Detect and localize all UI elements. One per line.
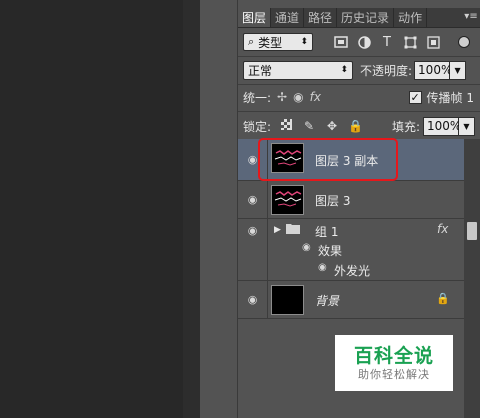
unify-style-icon[interactable]: fx [310,90,321,104]
panel-dock-gutter [200,0,238,418]
opacity-input[interactable]: 100% [414,60,452,80]
layer-name[interactable]: 组 1 [315,223,338,240]
divider [238,84,480,85]
divider [238,56,480,57]
filter-type-select[interactable]: ⌕ 类型 ⬍ [243,33,313,51]
shape-filter-icon[interactable] [402,34,418,50]
layer-row-layer3[interactable]: ◉ 图层 3 [238,181,464,219]
panel-tabbar: 图层 通道 路径 历史记录 动作 ▾≡ [238,8,480,28]
select-arrows-icon: ⬍ [300,37,308,47]
blend-row: 正常 ⬍ 不透明度: 100% ▼ [238,58,480,82]
tab-paths[interactable]: 路径 [304,8,338,27]
tab-actions[interactable]: 动作 [394,8,428,27]
watermark-tagline: 助你轻松解决 [358,367,430,381]
layer-thumbnail [271,143,304,173]
watermark-logo: 百科全说 [353,344,434,367]
visibility-eye-icon[interactable]: ◉ [238,219,268,280]
unify-position-icon[interactable]: ✢ [277,90,287,104]
fill-label: 填充: [391,119,420,134]
lock-position-icon[interactable]: ✥ [325,119,339,133]
smart-object-filter-icon[interactable] [425,34,441,50]
fill-dropdown-button[interactable]: ▼ [459,116,475,136]
unify-row: 统一: ✢ ◉ fx ✓ 传播帧 1 [238,86,480,108]
layer-filter-row: ⌕ 类型 ⬍ T [238,29,480,55]
opacity-dropdown-button[interactable]: ▼ [450,60,467,80]
filter-toggle-switch[interactable] [458,36,470,48]
visibility-eye-icon[interactable]: ◉ [238,139,268,180]
tab-channels[interactable]: 通道 [271,8,305,27]
layer-row-layer3-copy[interactable]: ◉ 图层 3 副本 [238,139,464,181]
watermark: 百科全说 助你轻松解决 [335,335,453,391]
fx-icon[interactable]: fx [437,222,448,236]
effect-outer-glow-label[interactable]: 外发光 [334,262,370,279]
fill-input[interactable]: 100% [423,116,461,136]
lock-all-icon[interactable]: 🔒 [348,119,363,133]
scrollbar-thumb[interactable] [467,222,477,240]
canvas-scroll-strip [183,0,200,418]
image-filter-icon[interactable] [333,34,349,50]
layer-thumbnail [271,285,304,315]
type-filter-icon[interactable]: T [379,34,395,50]
unify-label: 统一: [243,90,272,105]
adjustment-filter-icon[interactable] [356,34,372,50]
opacity-label: 不透明度: [360,63,413,78]
effects-visibility-eye-icon[interactable]: ◉ [302,242,311,253]
layer-name[interactable]: 背景 [315,292,339,309]
layer-row-group1[interactable]: ◉ ▶ 组 1 fx ◉ 效果 ◉ 外发光 [238,219,464,281]
lock-image-pixels-icon[interactable]: ✎ [302,119,316,133]
layer-thumbnail [271,185,304,215]
select-arrows-icon: ⬍ [340,65,348,75]
tab-layers[interactable]: 图层 [238,8,272,27]
lock-label: 锁定: [243,119,272,134]
lock-row: 锁定: ✎ ✥ 🔒 填充: 100% ▼ [238,114,480,138]
layer-name[interactable]: 图层 3 [315,192,350,209]
layer-row-background[interactable]: ◉ 背景 🔒 [238,281,464,319]
effects-label: 效果 [318,244,343,258]
panel-menu-icon[interactable]: ▾≡ [462,8,480,27]
layers-scrollbar[interactable] [464,139,480,418]
expand-triangle-icon[interactable]: ▶ [274,225,281,235]
filter-icons: T [333,34,470,50]
folder-icon [286,222,300,237]
search-icon: ⌕ [248,35,255,48]
propagate-frame-label: 传播帧 1 [426,90,474,105]
propagate-frame-checkbox[interactable]: ✓ [408,90,422,104]
lock-transparent-pixels-icon[interactable] [279,119,293,133]
visibility-eye-icon[interactable]: ◉ [238,181,268,218]
divider [238,111,480,112]
filter-type-value: 类型 [258,35,283,50]
tab-spacer [427,8,462,27]
lock-icon: 🔒 [436,292,450,305]
layer-name[interactable]: 图层 3 副本 [315,152,378,169]
blend-mode-value: 正常 [248,63,273,78]
blend-mode-select[interactable]: 正常 ⬍ [243,60,353,80]
visibility-eye-icon[interactable]: ◉ [238,281,268,318]
effect-visibility-eye-icon[interactable]: ◉ [318,262,327,273]
document-canvas-area [0,0,183,418]
unify-visibility-icon[interactable]: ◉ [293,90,303,104]
tab-history[interactable]: 历史记录 [337,8,395,27]
